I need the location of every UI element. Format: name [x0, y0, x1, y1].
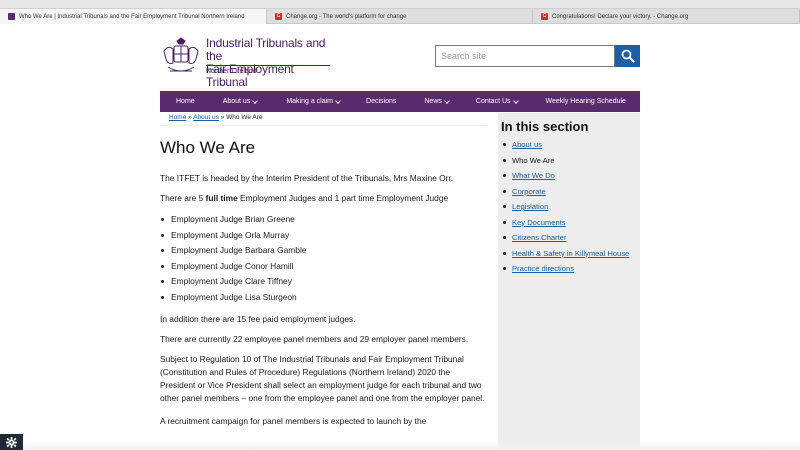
sidebar-item-who-we-are: Who We Are: [501, 155, 636, 166]
sidebar-item-practice-directions[interactable]: Practice directions: [501, 263, 636, 274]
nav-item-about-us[interactable]: About us: [223, 91, 259, 112]
crest-icon: [8, 13, 15, 20]
site-logo[interactable]: Industrial Tribunals and the Fair Employ…: [160, 37, 330, 89]
royal-crest-icon: [163, 37, 199, 72]
nav-item-decisions[interactable]: Decisions: [366, 91, 396, 112]
tab-title: Who We Are | Industrial Tribunals and th…: [19, 13, 245, 20]
browser-tab-change-org[interactable]: C Change.org - The world's platform for …: [267, 9, 533, 24]
sidebar-title: In this section: [501, 119, 589, 134]
regulation-paragraph: Subject to Regulation 10 of The Industri…: [160, 354, 485, 403]
list-item: Employment Judge Orla Murray: [160, 228, 485, 244]
list-item: Employment Judge Lisa Sturgeon: [160, 290, 485, 306]
panel-members-paragraph: There are currently 22 employee panel me…: [160, 334, 469, 344]
gear-icon: [6, 436, 17, 448]
breadcrumb-about-link[interactable]: About us: [193, 114, 219, 121]
breadcrumb-separator: »: [188, 114, 192, 121]
org-region: Northern Ireland: [206, 68, 257, 75]
main-nav: Home About us Making a claim Decisions N…: [160, 91, 640, 112]
search-icon: [621, 49, 635, 63]
browser-tab-who-we-are[interactable]: Who We Are | Industrial Tribunals and th…: [0, 9, 267, 24]
section-sidebar: In this section About us Who We Are What…: [498, 113, 640, 450]
sidebar-item-citizens-charter[interactable]: Citizens Charter: [501, 232, 636, 243]
sidebar-item-what-we-do[interactable]: What We Do: [501, 170, 636, 181]
site-search: [435, 45, 640, 67]
logo-divider: [206, 65, 330, 66]
tab-title: Change.org - The world's platform for ch…: [286, 13, 407, 20]
fee-paid-paragraph: In addition there are 15 fee paid employ…: [160, 314, 356, 324]
judges-list: Employment Judge Brian Greene Employment…: [160, 212, 485, 305]
list-item: Employment Judge Clare Tiffney: [160, 274, 485, 290]
judges-summary-paragraph: There are 5 full time Employment Judges …: [160, 193, 449, 203]
nav-item-weekly-hearing-schedule[interactable]: Weekly Hearing Schedule: [546, 91, 626, 112]
list-item: Employment Judge Barbara Gamble: [160, 243, 485, 259]
nav-item-news[interactable]: News: [424, 91, 450, 112]
browser-toolbar: [0, 0, 800, 9]
browser-tab-congratulations[interactable]: C Congratulations! Declare your victory.…: [533, 9, 800, 24]
sidebar-item-legislation[interactable]: Legislation: [501, 201, 636, 212]
change-org-icon: C: [275, 13, 282, 20]
cookie-settings-button[interactable]: [0, 434, 23, 450]
breadcrumb-separator: »: [220, 114, 225, 121]
search-input[interactable]: [435, 45, 615, 67]
breadcrumb-current: Who We Are: [226, 114, 263, 121]
sidebar-item-about-us[interactable]: About us: [501, 139, 636, 150]
breadcrumb-divider: [160, 125, 485, 126]
change-org-icon: C: [541, 13, 548, 20]
breadcrumb: Home » About us » Who We Are: [169, 114, 263, 121]
nav-item-contact-us[interactable]: Contact Us: [476, 91, 519, 112]
page-fade: [0, 440, 800, 450]
chevron-down-icon: [512, 97, 519, 104]
tab-title: Congratulations! Declare your victory. -…: [552, 13, 689, 20]
breadcrumb-home-link[interactable]: Home: [169, 114, 186, 121]
list-item: Employment Judge Brian Greene: [160, 212, 485, 228]
intro-paragraph: The ITFET is headed by the Interim Presi…: [160, 173, 454, 183]
chevron-down-icon: [444, 97, 450, 104]
list-item: Employment Judge Conor Hamill: [160, 259, 485, 275]
chevron-down-icon: [252, 97, 259, 104]
main-content: Who We Are The ITFET is headed by the In…: [160, 138, 485, 435]
browser-tab-bar: Who We Are | Industrial Tribunals and th…: [0, 9, 800, 24]
chevron-down-icon: [335, 97, 341, 104]
sidebar-item-health-safety[interactable]: Health & Safety in Killymeal House: [501, 248, 636, 259]
nav-item-making-a-claim[interactable]: Making a claim: [286, 91, 341, 112]
sidebar-list: About us Who We Are What We Do Corporate…: [501, 139, 636, 274]
page-title: Who We Are: [160, 138, 256, 157]
nav-item-home[interactable]: Home: [176, 91, 195, 112]
sidebar-item-key-documents[interactable]: Key Documents: [501, 217, 636, 228]
search-button[interactable]: [615, 45, 640, 67]
recruitment-paragraph: A recruitment campaign for panel members…: [160, 416, 427, 426]
sidebar-item-corporate[interactable]: Corporate: [501, 186, 636, 197]
org-name: Industrial Tribunals and the Fair Employ…: [206, 36, 326, 89]
